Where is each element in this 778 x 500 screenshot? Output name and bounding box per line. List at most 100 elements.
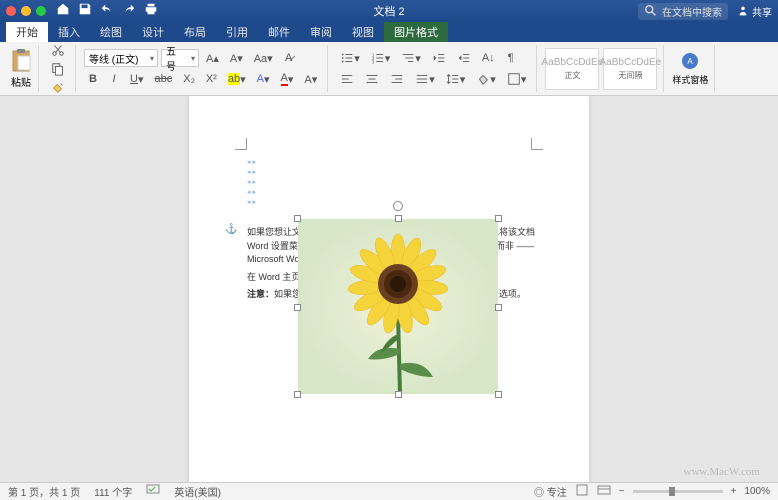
save-icon[interactable]: [78, 2, 92, 21]
clipboard-group: 粘贴: [4, 45, 39, 92]
multilevel-icon: [401, 51, 415, 65]
styles-pane-group: A 样式窗格: [666, 45, 715, 92]
tab-insert[interactable]: 插入: [48, 22, 90, 42]
style-normal[interactable]: AaBbCcDdEe 正文: [545, 48, 599, 90]
print-layout-view-button[interactable]: [575, 484, 589, 499]
maximize-window-button[interactable]: [36, 6, 46, 16]
tab-review[interactable]: 审阅: [300, 22, 342, 42]
tab-mail[interactable]: 邮件: [258, 22, 300, 42]
show-marks-button[interactable]: ¶: [502, 49, 520, 67]
minimize-window-button[interactable]: [21, 6, 31, 16]
anchor-icon: ⚓: [225, 224, 237, 235]
multilevel-list-button[interactable]: ▾: [397, 49, 425, 67]
font-color-button[interactable]: A▾: [277, 70, 298, 88]
line-spacing-button[interactable]: ▾: [442, 70, 470, 88]
tab-layout[interactable]: 布局: [174, 22, 216, 42]
cut-button[interactable]: [47, 42, 69, 58]
decrease-font-button[interactable]: A▾: [226, 49, 247, 67]
window-controls: [6, 6, 46, 16]
font-group: 等线 (正文) 五号 A▴ A▾ Aa▾ A̷ B I U▾ abc X₂ X²…: [78, 45, 328, 92]
increase-indent-button[interactable]: [453, 49, 475, 67]
italic-button[interactable]: I: [105, 70, 123, 88]
tab-home[interactable]: 开始: [6, 22, 48, 42]
ruler-marks: ◂ ▸◂ ▸◂ ▸◂ ▸◂ ▸: [247, 158, 256, 208]
resize-handle-sw[interactable]: [294, 391, 301, 398]
tab-picture-format[interactable]: 图片格式: [384, 22, 448, 42]
selected-image[interactable]: [298, 219, 498, 394]
resize-handle-ne[interactable]: [495, 215, 502, 222]
decrease-indent-button[interactable]: [428, 49, 450, 67]
align-center-button[interactable]: [361, 70, 383, 88]
justify-button[interactable]: ▾: [411, 70, 439, 88]
numbering-icon: 123: [371, 51, 385, 65]
change-case-button[interactable]: Aa▾: [250, 49, 277, 67]
quick-access-toolbar: [56, 2, 158, 21]
increase-font-button[interactable]: A▴: [202, 49, 223, 67]
align-left-icon: [340, 72, 354, 86]
text-effects-button[interactable]: A▾: [253, 70, 274, 88]
resize-handle-s[interactable]: [395, 391, 402, 398]
close-window-button[interactable]: [6, 6, 16, 16]
web-layout-view-button[interactable]: [597, 484, 611, 499]
tab-view[interactable]: 视图: [342, 22, 384, 42]
redo-icon[interactable]: [122, 2, 136, 21]
styles-pane-icon: A: [680, 51, 700, 71]
rotate-handle[interactable]: [393, 201, 403, 211]
style-no-spacing[interactable]: AaBbCcDdEe 无间隔: [603, 48, 657, 90]
tab-design[interactable]: 设计: [132, 22, 174, 42]
format-painter-button[interactable]: [47, 80, 69, 96]
numbering-button[interactable]: 123▾: [367, 49, 395, 67]
clear-formatting-button[interactable]: A̷: [280, 49, 298, 67]
shading-button[interactable]: ▾: [472, 70, 500, 88]
resize-handle-w[interactable]: [294, 304, 301, 311]
print-icon[interactable]: [144, 2, 158, 21]
font-name-combo[interactable]: 等线 (正文): [84, 49, 158, 67]
tab-references[interactable]: 引用: [216, 22, 258, 42]
search-input[interactable]: 在文档中搜索: [638, 3, 728, 20]
zoom-in-button[interactable]: +: [731, 486, 737, 497]
margin-corner-tl: [235, 138, 247, 150]
align-right-button[interactable]: [386, 70, 408, 88]
resize-handle-nw[interactable]: [294, 215, 301, 222]
zoom-level[interactable]: 100%: [744, 486, 770, 497]
undo-icon[interactable]: [100, 2, 114, 21]
resize-handle-n[interactable]: [395, 215, 402, 222]
spellcheck-icon[interactable]: [146, 484, 160, 499]
zoom-thumb[interactable]: [669, 487, 675, 496]
language[interactable]: 英语(美国): [174, 484, 221, 499]
word-count[interactable]: 111 个字: [94, 484, 132, 499]
search-icon: [644, 4, 658, 18]
tab-draw[interactable]: 绘图: [90, 22, 132, 42]
home-icon[interactable]: [56, 2, 70, 21]
underline-button[interactable]: U▾: [126, 70, 147, 88]
margin-corner-tr: [531, 138, 543, 150]
share-button[interactable]: 共享: [736, 4, 772, 19]
document-title: 文档 2: [373, 3, 404, 19]
page-info[interactable]: 第 1 页，共 1 页: [8, 484, 80, 499]
eraser-icon: A̷: [285, 52, 292, 64]
bold-button[interactable]: B: [84, 70, 102, 88]
status-bar: 第 1 页，共 1 页 111 个字 英语(美国) ◎ 专注 − + 100%: [0, 482, 778, 500]
font-size-combo[interactable]: 五号: [161, 49, 199, 67]
zoom-out-button[interactable]: −: [619, 486, 625, 497]
superscript-button[interactable]: X²: [202, 70, 221, 88]
sort-icon: A↓: [482, 52, 495, 64]
title-bar: 文档 2 在文档中搜索 共享: [0, 0, 778, 22]
align-right-icon: [390, 72, 404, 86]
zoom-slider[interactable]: [633, 490, 723, 493]
borders-icon: [507, 72, 521, 86]
borders-button[interactable]: ▾: [503, 70, 531, 88]
paste-button[interactable]: 粘贴: [10, 48, 32, 89]
bullets-button[interactable]: ▾: [336, 49, 364, 67]
copy-button[interactable]: [47, 61, 69, 77]
focus-mode-button[interactable]: ◎ 专注: [534, 484, 567, 499]
character-shading-button[interactable]: A▾: [300, 70, 321, 88]
highlight-button[interactable]: ab▾: [224, 70, 250, 88]
sunflower-image[interactable]: [298, 219, 498, 394]
sort-button[interactable]: A↓: [478, 49, 499, 67]
styles-pane-button[interactable]: A 样式窗格: [672, 51, 708, 86]
align-left-button[interactable]: [336, 70, 358, 88]
paragraph-group: ▾ 123▾ ▾ A↓ ¶ ▾ ▾ ▾ ▾: [330, 45, 537, 92]
resize-handle-se[interactable]: [495, 391, 502, 398]
resize-handle-e[interactable]: [495, 304, 502, 311]
